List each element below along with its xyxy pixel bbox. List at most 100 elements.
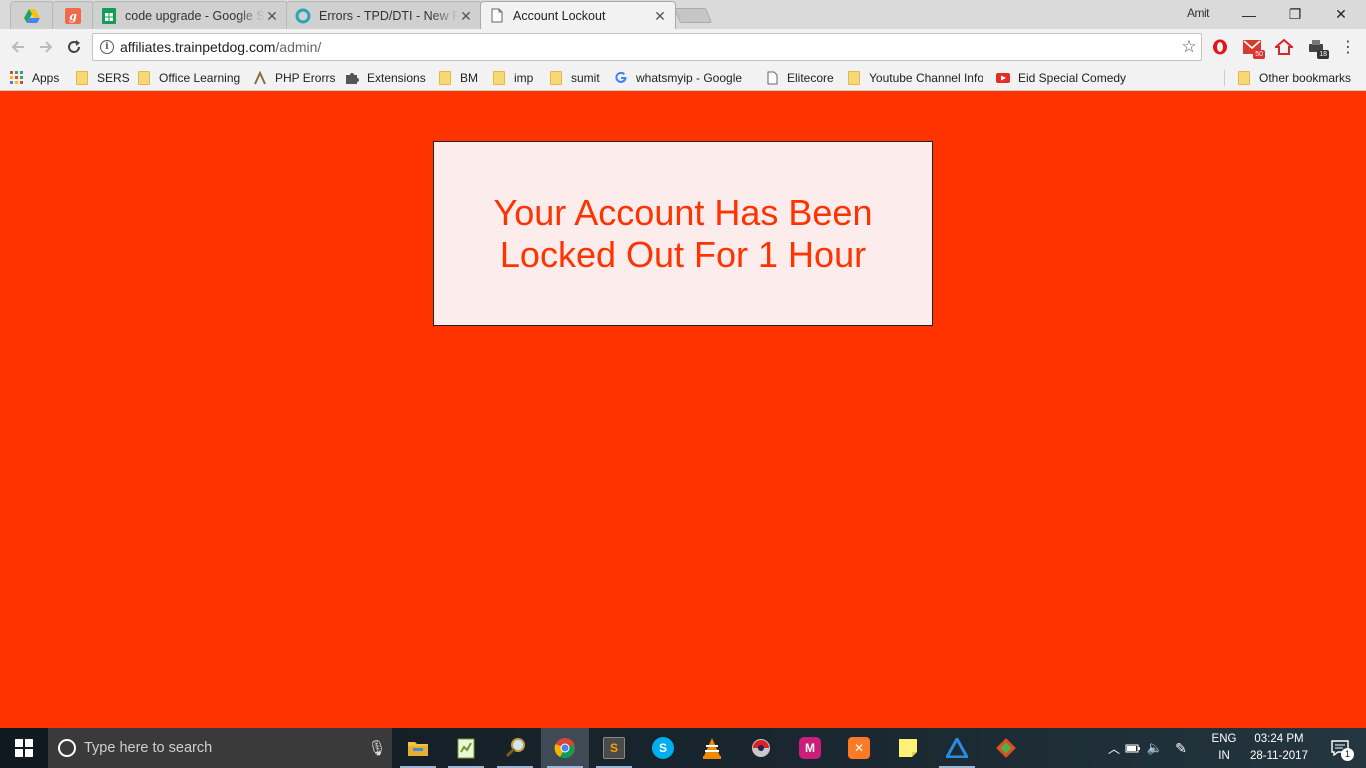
new-tab-button[interactable]	[673, 8, 713, 23]
bookmark-label: Elitecore	[787, 71, 834, 85]
tab-title: Account Lockout	[513, 8, 606, 23]
forward-button[interactable]	[36, 37, 56, 57]
back-button[interactable]	[8, 37, 28, 57]
tab-account-lockout[interactable]: Account Lockout ✕	[480, 1, 676, 29]
sublime-text-icon[interactable]: S	[590, 728, 638, 768]
bookmark-extensions[interactable]: Extensions	[345, 68, 426, 88]
gmail-badge: 50	[1253, 50, 1265, 59]
bookmark-apps[interactable]: Apps	[10, 68, 59, 88]
svg-text:g: g	[69, 10, 77, 23]
language-code: ENG	[1211, 733, 1237, 745]
close-icon[interactable]: ✕	[653, 9, 667, 23]
cortana-icon[interactable]	[58, 739, 76, 757]
power-icon[interactable]	[1122, 743, 1144, 753]
notification-count: 1	[1341, 748, 1354, 761]
opera-icon[interactable]	[1211, 38, 1229, 56]
windows-taskbar: Type here to search 🎙 S S M ✕ ︿ 🔈 ✎ ENG …	[0, 728, 1366, 768]
page-icon	[765, 71, 779, 85]
folder-icon	[75, 71, 89, 85]
bookmark-label: Extensions	[367, 71, 426, 85]
volume-icon[interactable]: 🔈	[1144, 740, 1166, 756]
gmail-notifier-icon[interactable]: 50	[1243, 38, 1265, 59]
bookmark-label: Youtube Channel Info	[869, 71, 983, 85]
tab-strip: g code upgrade - Google S ✕ Errors - TPD…	[0, 0, 1366, 29]
bookmark-sumit[interactable]: sumit	[549, 68, 600, 88]
bookmarks-separator	[1224, 70, 1225, 86]
bookmark-whatsmyip[interactable]: whatsmyip - Google S	[614, 68, 746, 88]
sticky-notes-icon[interactable]	[884, 728, 932, 768]
phpstorm-icon[interactable]: M	[786, 728, 834, 768]
bookmarks-bar: Apps SERS Office Learning PHP Erorrs Ext…	[0, 65, 1366, 91]
lockout-message: Your Account Has Been Locked Out For 1 H…	[473, 192, 893, 276]
url-domain: affiliates.trainpetdog.com	[120, 39, 276, 55]
apps-grid-icon	[10, 71, 24, 85]
input-language[interactable]: ENG IN	[1208, 731, 1240, 765]
bookmark-php-errors[interactable]: PHP Erorrs	[253, 68, 335, 88]
lockout-message-line2: Locked Out For 1 Hour	[499, 233, 867, 275]
region-code: IN	[1218, 750, 1230, 762]
git-icon[interactable]	[982, 728, 1030, 768]
file-explorer-icon[interactable]	[394, 728, 442, 768]
windows-logo-icon	[15, 739, 33, 757]
chevron-up-icon[interactable]: ︿	[1106, 740, 1122, 757]
google-g-icon	[614, 71, 628, 85]
reload-icon	[68, 40, 80, 53]
php-icon	[253, 71, 267, 85]
taskbar-search[interactable]: Type here to search 🎙	[48, 728, 392, 768]
clock-date: 28-11-2017	[1250, 750, 1308, 762]
filezilla-icon[interactable]	[737, 728, 785, 768]
restore-button[interactable]: ❐	[1272, 0, 1318, 29]
close-icon[interactable]: ✕	[265, 9, 279, 23]
url-path: /admin/	[275, 39, 322, 55]
bookmark-star-icon[interactable]: ☆	[1177, 37, 1201, 57]
page-icon	[489, 8, 505, 24]
extension-badge: 18	[1317, 50, 1329, 59]
tab-goibibo[interactable]: g	[52, 1, 94, 29]
bookmark-elitecore[interactable]: Elitecore	[765, 68, 834, 88]
notepad-plus-icon[interactable]	[442, 728, 490, 768]
puzzle-icon	[345, 71, 359, 85]
bookmark-office-learning[interactable]: Office Learning	[137, 68, 240, 88]
folder-icon	[847, 71, 861, 85]
folder-icon	[549, 71, 563, 85]
bookmark-sers[interactable]: SERS	[75, 68, 130, 88]
xampp-icon[interactable]: ✕	[835, 728, 883, 768]
tab-errors[interactable]: Errors - TPD/DTI - New R ✕	[286, 1, 482, 29]
bookmark-imp[interactable]: imp	[492, 68, 533, 88]
folder-icon	[1237, 71, 1251, 85]
bookmark-youtube-channel-info[interactable]: Youtube Channel Info	[847, 68, 983, 88]
tab-code-upgrade[interactable]: code upgrade - Google S ✕	[92, 1, 288, 29]
url-text[interactable]: affiliates.trainpetdog.com/admin/	[120, 39, 1177, 55]
window-close-button[interactable]: ✕	[1318, 0, 1364, 29]
other-bookmarks[interactable]: Other bookmarks	[1237, 68, 1351, 88]
home-red-icon[interactable]	[1275, 38, 1293, 56]
action-center-icon[interactable]: 1	[1318, 728, 1362, 768]
skype-icon[interactable]: S	[639, 728, 687, 768]
chrome-icon[interactable]	[541, 728, 589, 768]
close-icon[interactable]: ✕	[459, 9, 473, 23]
microphone-icon[interactable]: 🎙	[362, 739, 392, 757]
teal-ring-icon	[295, 8, 311, 24]
vlc-icon[interactable]	[688, 728, 736, 768]
bookmark-label: imp	[514, 71, 534, 85]
bookmark-eid-special[interactable]: Eid Special Comedy N	[996, 68, 1130, 88]
info-icon[interactable]: i	[100, 40, 114, 54]
taskbar-clock[interactable]: 03:24 PM 28-11-2017	[1244, 731, 1314, 765]
start-button[interactable]	[0, 728, 48, 768]
extension-printer-icon[interactable]: 18	[1307, 38, 1329, 59]
bookmark-label: sumit	[571, 71, 600, 85]
reload-button[interactable]	[64, 37, 84, 57]
search-placeholder: Type here to search	[84, 740, 213, 756]
tab-google-drive[interactable]	[10, 1, 54, 29]
profile-name[interactable]: Amit	[1187, 6, 1210, 20]
magnifier-icon[interactable]	[491, 728, 539, 768]
menu-kebab-icon[interactable]: ⋮	[1339, 38, 1357, 56]
address-bar[interactable]: i affiliates.trainpetdog.com/admin/ ☆	[92, 33, 1202, 61]
minimize-button[interactable]: —	[1226, 0, 1272, 29]
teamviewer-icon[interactable]	[933, 728, 981, 768]
bookmark-label: BM	[460, 71, 478, 85]
bookmark-label: SERS	[97, 71, 130, 85]
bookmark-bm[interactable]: BM	[438, 68, 478, 88]
pen-icon[interactable]: ✎	[1166, 740, 1196, 757]
bookmark-label: Apps	[32, 71, 60, 85]
